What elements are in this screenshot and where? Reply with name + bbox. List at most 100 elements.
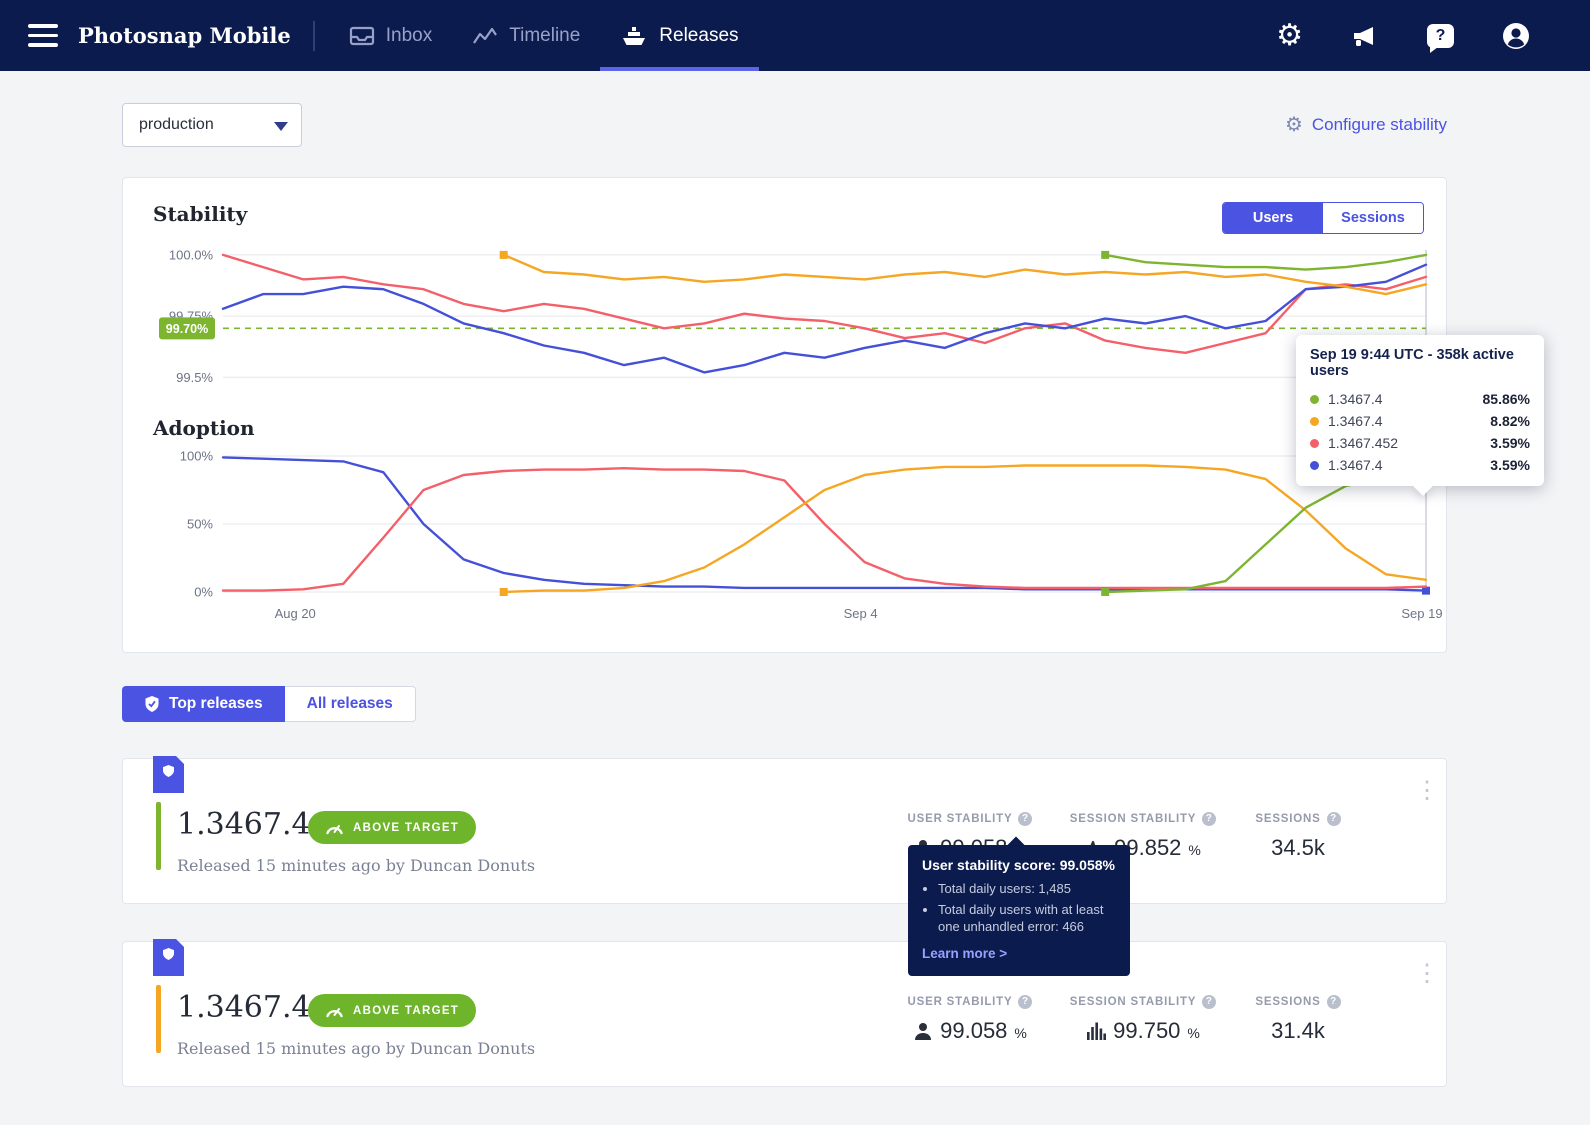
all-releases-button[interactable]: All releases [284,686,416,722]
sessions-label: SESSIONS [1228,812,1368,826]
stat-label-text: USER STABILITY [907,813,1013,825]
tab-timeline[interactable]: Timeline [452,0,600,71]
svg-text:Sep 4: Sep 4 [844,606,878,621]
tooltip-bullet: Total daily users with at least one unha… [938,901,1116,936]
svg-text:0%: 0% [194,585,213,600]
configure-stability-link[interactable]: ⚙ Configure stability [1285,115,1447,135]
controls-row: production ⚙ Configure stability [122,103,1447,147]
question-icon[interactable] [1018,812,1033,826]
svg-text:100.0%: 100.0% [169,247,214,262]
svg-text:99.70%: 99.70% [166,322,208,336]
tab-inbox[interactable]: Inbox [329,0,452,71]
tooltip-row: 1.3467.4 3.59% [1310,454,1530,476]
series-dot [1310,394,1319,404]
session-stability-stat: SESSION STABILITY 99.750 % [1068,995,1218,1044]
series-percent: 85.86% [1482,391,1530,407]
stat-value-text: 31.4k [1271,1018,1325,1043]
session-stability-label: SESSION STABILITY [1068,812,1218,826]
inbox-icon [349,26,374,45]
tooltip-title: Sep 19 9:44 UTC - 358k active users [1310,347,1514,379]
user-stability-tooltip: User stability score: 99.058% Total dail… [908,845,1130,976]
learn-more-link[interactable]: Learn more > [922,946,1007,961]
stability-chart[interactable]: 100.0%99.75%99.5%99.70% [153,246,1438,398]
above-target-label: ABOVE TARGET [353,1004,460,1017]
series-dot [1310,460,1319,470]
ship-icon [623,26,646,45]
top-releases-button[interactable]: Top releases [122,686,285,722]
question-icon[interactable] [1326,812,1341,826]
help-icon[interactable] [1427,23,1454,53]
settings-gear-icon[interactable]: ⚙ [1276,20,1303,51]
release-shield-badge-icon [153,756,184,793]
chart-hover-tooltip: Sep 19 9:44 UTC - 358k active users 1.34… [1296,335,1544,486]
series-dot [1310,438,1319,448]
adoption-chart[interactable]: 100% 50% 0% Aug 20 Sep 4 Sep 19 [153,449,1443,630]
nav-action-icons: ⚙ [1276,20,1590,53]
series-name: 1.3467.4 [1328,413,1383,429]
gear-icon: ⚙ [1284,114,1303,136]
timeline-icon [473,27,498,44]
environment-value: production [139,116,214,133]
svg-text:Aug 20: Aug 20 [275,606,316,621]
top-releases-label: Top releases [169,695,263,712]
sessions-stat: SESSIONS 31.4k [1228,995,1368,1044]
series-percent: 3.59% [1490,435,1530,451]
equalizer-bars-icon [1086,1021,1107,1041]
tooltip-title: User stability score: 99.058% [922,857,1115,873]
svg-text:50%: 50% [187,517,213,532]
stat-label-text: SESSIONS [1255,813,1321,825]
tooltip-row: 1.3467.452 3.59% [1310,432,1530,454]
question-icon[interactable] [1202,995,1217,1009]
nav-divider [312,20,315,51]
above-target-badge: ABOVE TARGET [308,994,477,1027]
series-percent: 3.59% [1490,457,1530,473]
shield-icon [145,696,159,712]
series-name: 1.3467.4 [1328,391,1383,407]
release-accent-bar [156,802,161,870]
release-shield-badge-icon [153,939,184,976]
user-stability-label: USER STABILITY [895,995,1045,1009]
stat-unit: % [1187,1025,1200,1041]
toggle-users-button[interactable]: Users [1223,203,1323,233]
question-icon[interactable] [1326,995,1341,1009]
tab-releases[interactable]: Releases [600,0,759,71]
stability-header: Stability Users Sessions [123,178,1446,234]
top-nav: Photosnap Mobile Inbox Timeline Releases [0,0,1590,71]
stat-label-text: USER STABILITY [907,996,1013,1008]
sessions-stat: SESSIONS 34.5k [1228,812,1368,861]
svg-text:Sep 19: Sep 19 [1401,606,1442,621]
svg-text:100%: 100% [180,449,214,464]
stat-label-text: SESSION STABILITY [1069,813,1197,825]
account-avatar-icon[interactable] [1502,22,1530,50]
environment-dropdown[interactable]: production [122,103,302,147]
nav-tabs: Inbox Timeline Releases [329,0,759,71]
stat-label-text: SESSION STABILITY [1069,996,1197,1008]
series-percent: 8.82% [1490,413,1530,429]
tab-inbox-label: Inbox [385,24,433,46]
series-name: 1.3467.452 [1328,435,1399,451]
all-releases-label: All releases [306,695,393,712]
above-target-badge: ABOVE TARGET [308,811,477,844]
announcements-megaphone-icon[interactable] [1351,24,1379,48]
adoption-header: Adoption [123,398,1446,440]
adoption-title: Adoption [153,416,255,440]
question-icon[interactable] [1018,995,1033,1009]
series-dot [1310,416,1319,426]
release-card: 1.3467.4 ABOVE TARGET Released 15 minute… [122,756,1447,976]
configure-stability-label: Configure stability [1311,115,1447,134]
toggle-sessions-button[interactable]: Sessions [1323,203,1423,233]
tooltip-row: 1.3467.4 85.86% [1310,388,1530,410]
tooltip-row: 1.3467.4 8.82% [1310,410,1530,432]
stability-title: Stability [153,202,248,226]
session-stability-label: SESSION STABILITY [1068,995,1218,1009]
hamburger-menu-icon[interactable] [28,24,58,47]
question-icon[interactable] [1202,812,1217,826]
release-version[interactable]: 1.3467.4 [177,807,311,842]
app-title: Photosnap Mobile [78,23,291,48]
tooltip-bullets: Total daily users: 1,485 Total daily use… [922,880,1116,936]
kebab-menu-icon[interactable] [1415,962,1439,986]
kebab-menu-icon[interactable] [1415,779,1439,803]
user-stability-label: USER STABILITY [895,812,1045,826]
release-version[interactable]: 1.3467.4 [177,990,311,1025]
release-card: 1.3467.4 ABOVE TARGET Released 15 minute… [122,939,1447,1087]
